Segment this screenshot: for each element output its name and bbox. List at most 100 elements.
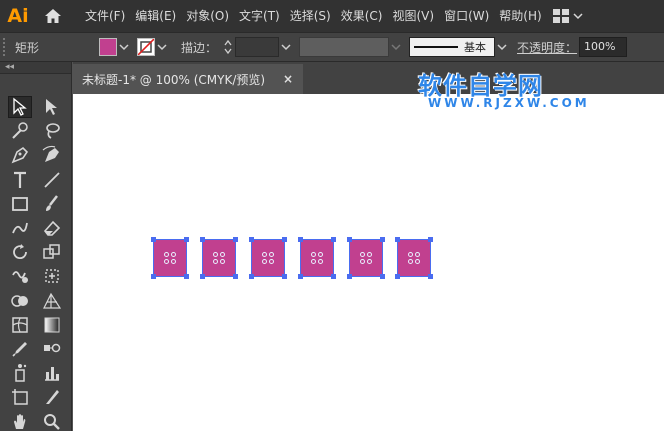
lasso-tool[interactable]	[40, 120, 64, 142]
center-point-icon	[408, 252, 421, 265]
mesh-icon	[12, 317, 28, 333]
paintbrush-tool[interactable]	[40, 193, 64, 215]
menu-file[interactable]: 文件(F)	[80, 0, 130, 32]
profile-dropdown[interactable]	[389, 37, 403, 57]
selected-square-5[interactable]	[347, 237, 385, 279]
none-color-icon	[137, 38, 155, 56]
brush-definition[interactable]: 基本	[409, 37, 496, 57]
selection-handle[interactable]	[200, 274, 205, 279]
selection-handle[interactable]	[233, 237, 238, 242]
stroke-dropdown[interactable]	[155, 37, 169, 57]
brush-dropdown[interactable]	[495, 37, 509, 57]
chevron-down-icon	[573, 13, 583, 20]
fill-swatch[interactable]	[99, 38, 118, 56]
selection-handle[interactable]	[233, 274, 238, 279]
menu-window[interactable]: 窗口(W)	[439, 0, 494, 32]
eyedropper-icon	[12, 342, 27, 357]
selection-handle[interactable]	[282, 274, 287, 279]
selection-handle[interactable]	[184, 237, 189, 242]
menu-help[interactable]: 帮助(H)	[494, 0, 546, 32]
scale-tool[interactable]	[40, 241, 64, 263]
stroke-weight-dropdown[interactable]	[279, 37, 293, 57]
tools-panel: ◂◂	[0, 62, 72, 431]
menu-effect[interactable]: 效果(C)	[336, 0, 388, 32]
slice-tool[interactable]	[40, 386, 64, 408]
perspective-grid-tool[interactable]	[40, 290, 64, 312]
selection-handle[interactable]	[151, 237, 156, 242]
artboard-canvas[interactable]	[73, 94, 664, 431]
shaper-tool[interactable]	[8, 217, 32, 239]
paintbrush-icon	[46, 195, 58, 211]
selection-handle[interactable]	[282, 237, 287, 242]
selection-handle[interactable]	[428, 274, 433, 279]
selection-handle[interactable]	[298, 274, 303, 279]
selection-handle[interactable]	[331, 237, 336, 242]
symbol-sprayer-tool[interactable]	[8, 362, 32, 384]
shape-builder-icon	[11, 294, 28, 307]
selection-handle[interactable]	[249, 274, 254, 279]
stroke-weight-field[interactable]	[235, 37, 280, 57]
column-graph-tool[interactable]	[40, 362, 64, 384]
magic-wand-tool[interactable]	[8, 120, 32, 142]
hand-tool[interactable]	[8, 411, 32, 431]
menu-edit[interactable]: 编辑(E)	[130, 0, 181, 32]
stroke-none-swatch[interactable]	[137, 38, 156, 56]
selection-handle[interactable]	[249, 237, 254, 242]
control-bar-grip[interactable]	[3, 38, 11, 56]
chevron-down-icon	[157, 44, 167, 51]
selection-handle[interactable]	[184, 274, 189, 279]
lasso-icon	[46, 123, 60, 139]
free-transform-tool[interactable]	[40, 265, 64, 287]
blend-tool[interactable]	[40, 338, 64, 360]
selected-square-6[interactable]	[395, 237, 433, 279]
close-icon[interactable]: ×	[281, 72, 295, 86]
eyedropper-tool[interactable]	[8, 338, 32, 360]
selection-tool[interactable]	[8, 96, 32, 118]
gradient-tool[interactable]	[40, 314, 64, 336]
line-segment-tool[interactable]	[40, 169, 64, 191]
type-tool[interactable]	[8, 169, 32, 191]
selection-handle[interactable]	[380, 237, 385, 242]
selection-handle[interactable]	[395, 237, 400, 242]
rotate-tool[interactable]	[8, 241, 32, 263]
home-icon[interactable]	[36, 0, 70, 32]
warp-tool[interactable]	[8, 265, 32, 287]
selection-handle[interactable]	[428, 237, 433, 242]
opacity-field[interactable]: 100%	[579, 37, 628, 57]
artboard-tool[interactable]	[8, 386, 32, 408]
menu-type[interactable]: 文字(T)	[234, 0, 285, 32]
selection-handle[interactable]	[347, 274, 352, 279]
curvature-tool[interactable]	[40, 144, 64, 166]
selection-handle[interactable]	[380, 274, 385, 279]
menu-view[interactable]: 视图(V)	[387, 0, 439, 32]
selection-handle[interactable]	[331, 274, 336, 279]
document-tab[interactable]: 未标题-1* @ 100% (CMYK/预览) ×	[73, 64, 303, 94]
pen-tool[interactable]	[8, 144, 32, 166]
workspace-switcher[interactable]	[552, 9, 583, 23]
selection-handle[interactable]	[151, 274, 156, 279]
tools-panel-collapse[interactable]: ◂◂	[0, 62, 71, 74]
opacity-label[interactable]: 不透明度：	[517, 39, 577, 56]
variable-width-profile[interactable]	[299, 37, 390, 57]
menu-select[interactable]: 选择(S)	[285, 0, 336, 32]
selected-square-4[interactable]	[298, 237, 336, 279]
direct-selection-tool[interactable]	[40, 96, 64, 118]
free-transform-icon	[45, 269, 59, 284]
selection-handle[interactable]	[200, 237, 205, 242]
selection-handle[interactable]	[298, 237, 303, 242]
mesh-tool[interactable]	[8, 314, 32, 336]
fill-dropdown[interactable]	[117, 37, 131, 57]
selected-square-3[interactable]	[249, 237, 287, 279]
selected-square-2[interactable]	[200, 237, 238, 279]
selection-handle[interactable]	[347, 237, 352, 242]
eraser-tool[interactable]	[40, 217, 64, 239]
chevron-down-icon	[391, 44, 401, 51]
brush-definition-label: 基本	[464, 41, 487, 54]
shape-builder-tool[interactable]	[8, 290, 32, 312]
stroke-weight-stepper[interactable]	[221, 37, 235, 57]
selection-handle[interactable]	[395, 274, 400, 279]
zoom-tool[interactable]	[40, 411, 64, 431]
rectangle-tool[interactable]	[8, 193, 32, 215]
selected-square-1[interactable]	[151, 237, 189, 279]
menu-object[interactable]: 对象(O)	[181, 0, 234, 32]
